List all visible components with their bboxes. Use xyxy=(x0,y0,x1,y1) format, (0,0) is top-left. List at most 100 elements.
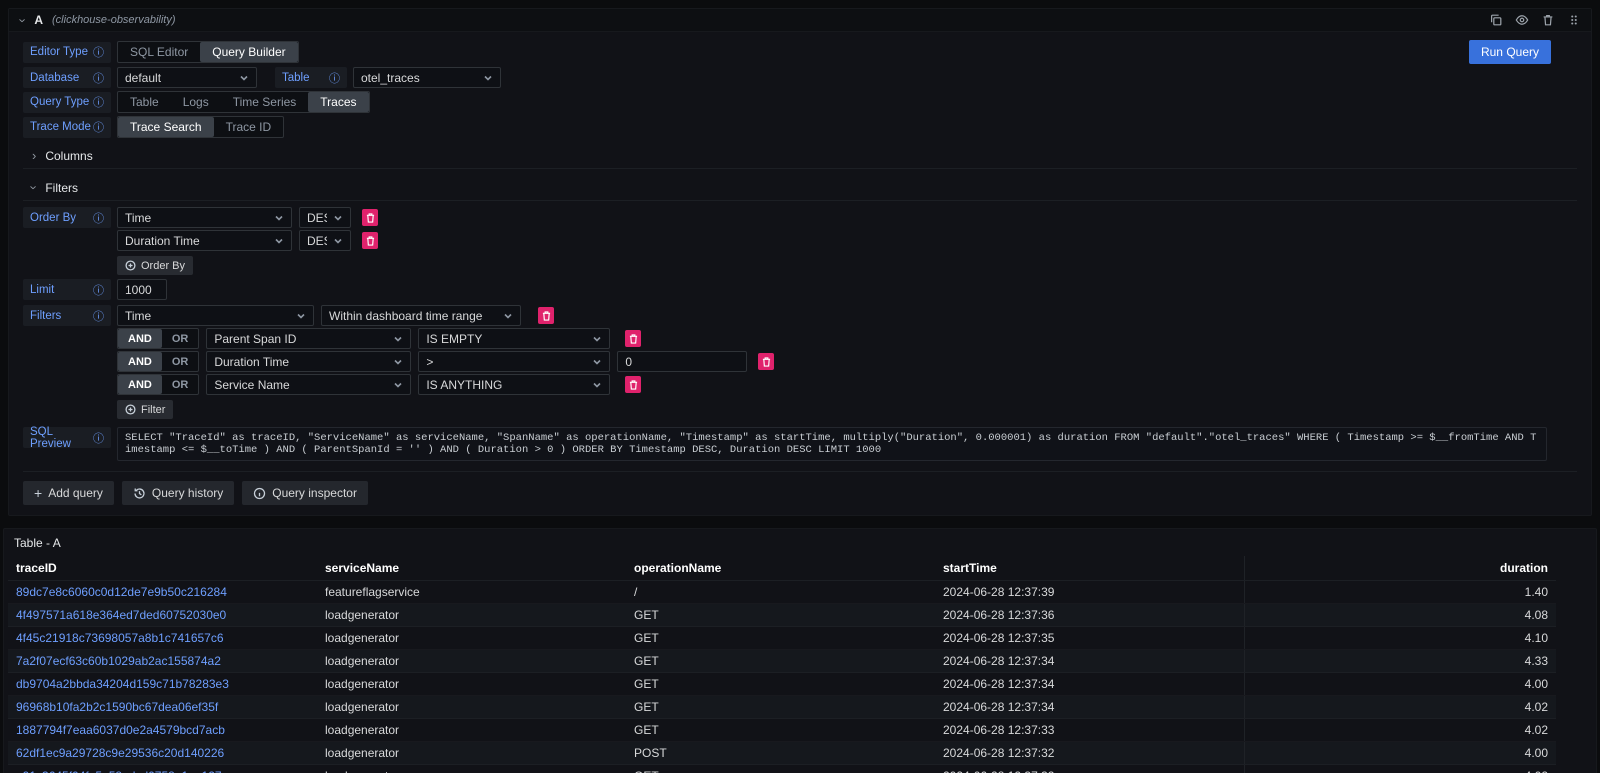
trace-id-link[interactable]: 4f497571a618e364ed7ded60752030e0 xyxy=(8,604,317,626)
filter-operator-select[interactable]: Within dashboard time range xyxy=(321,305,521,326)
start-time-cell: 2024-06-28 12:37:36 xyxy=(935,604,1244,626)
database-label: Database ⓘ xyxy=(23,67,111,88)
disable-query-icon[interactable] xyxy=(1515,13,1529,27)
run-query-button[interactable]: Run Query xyxy=(1469,40,1551,64)
trace-id-link[interactable]: 7a2f07ecf63c60b1029ab2ac155874a2 xyxy=(8,650,317,672)
info-circle-icon xyxy=(253,487,266,500)
start-time-cell: 2024-06-28 12:37:34 xyxy=(935,650,1244,672)
column-header-servicename[interactable]: serviceName xyxy=(317,556,626,580)
query-inspector-button[interactable]: Query inspector xyxy=(242,481,368,505)
duration-cell: 4.02 xyxy=(1244,696,1556,718)
column-header-traceid[interactable]: traceID xyxy=(8,556,317,580)
duration-cell: 4.08 xyxy=(1244,604,1556,626)
column-header-duration[interactable]: duration xyxy=(1244,556,1556,580)
filter-bool-and[interactable]: AND xyxy=(118,352,162,371)
order-by-direction-select[interactable]: DESC xyxy=(299,207,351,228)
trace-id-link[interactable]: 62df1ec9a29728c9e29536c20d140226 xyxy=(8,742,317,764)
service-name-cell: loadgenerator xyxy=(317,719,626,741)
filter-operator-select[interactable]: IS ANYTHING xyxy=(418,374,610,395)
trace-id-link[interactable]: 96968b10fa2b2c1590bc67dea06ef35f xyxy=(8,696,317,718)
service-name-cell: loadgenerator xyxy=(317,650,626,672)
trace-id-link[interactable]: 1887794f7eaa6037d0e2a4579bcd7acb xyxy=(8,719,317,741)
filter-operator-select[interactable]: IS EMPTY xyxy=(418,328,610,349)
query-type-time-series[interactable]: Time Series xyxy=(221,92,309,112)
trash-icon xyxy=(366,213,375,223)
filter-bool-or[interactable]: OR xyxy=(162,352,199,371)
column-header-operationname[interactable]: operationName xyxy=(626,556,935,580)
start-time-cell: 2024-06-28 12:37:33 xyxy=(935,719,1244,741)
trace-mode-trace-id[interactable]: Trace ID xyxy=(214,117,284,137)
order-by-field-select[interactable]: Duration Time xyxy=(117,230,292,251)
filter-operator-select[interactable]: > xyxy=(418,351,610,372)
filter-bool-or[interactable]: OR xyxy=(162,375,199,394)
trace-id-link[interactable]: 89dc7e8c6060c0d12de7e9b50c216284 xyxy=(8,581,317,603)
column-header-starttime[interactable]: startTime xyxy=(935,556,1244,580)
query-type-table[interactable]: Table xyxy=(118,92,171,112)
query-refid: A xyxy=(34,13,43,27)
duplicate-query-icon[interactable] xyxy=(1489,13,1503,27)
operation-name-cell: GET xyxy=(626,719,935,741)
plus-circle-icon xyxy=(125,404,136,415)
operation-name-cell: GET xyxy=(626,696,935,718)
filter-bool-or[interactable]: OR xyxy=(162,329,199,348)
table-row: 62df1ec9a29728c9e29536c20d140226 loadgen… xyxy=(8,742,1556,765)
start-time-cell: 2024-06-28 12:37:32 xyxy=(935,765,1244,773)
query-type-traces[interactable]: Traces xyxy=(308,92,368,112)
limit-input[interactable] xyxy=(117,279,167,300)
filter-bool-and[interactable]: AND xyxy=(118,375,162,394)
trace-id-link[interactable]: db9704a2bbda34204d159c71b78283e3 xyxy=(8,673,317,695)
operation-name-cell: POST xyxy=(626,742,935,764)
remove-order-by-button[interactable] xyxy=(362,232,378,249)
info-icon: ⓘ xyxy=(93,308,104,324)
order-by-field-select[interactable]: Time xyxy=(117,207,292,228)
chevron-down-icon xyxy=(592,357,602,367)
chevron-down-icon xyxy=(333,236,343,246)
database-select[interactable]: default xyxy=(117,67,257,88)
filters-section-toggle[interactable]: › Filters xyxy=(23,175,1577,201)
info-icon: ⓘ xyxy=(93,282,104,298)
add-query-button[interactable]: + Add query xyxy=(23,481,114,505)
delete-query-icon[interactable] xyxy=(1541,13,1555,27)
remove-filter-button[interactable] xyxy=(538,307,554,324)
add-filter-button[interactable]: Filter xyxy=(117,400,173,419)
info-icon: ⓘ xyxy=(93,210,104,226)
table-select[interactable]: otel_traces xyxy=(353,67,501,88)
filter-field-select[interactable]: Parent Span ID xyxy=(206,328,411,349)
remove-filter-button[interactable] xyxy=(625,376,641,393)
columns-section-toggle[interactable]: › Columns xyxy=(23,143,1577,169)
duration-cell: 4.00 xyxy=(1244,673,1556,695)
service-name-cell: loadgenerator xyxy=(317,765,626,773)
drag-handle-icon[interactable] xyxy=(1567,13,1581,27)
trash-icon xyxy=(629,380,638,390)
results-panel: Table - A traceID serviceName operationN… xyxy=(3,528,1597,773)
trace-id-link[interactable]: e91c3645f04fa5e58adcd0758e1ea127 xyxy=(8,765,317,773)
add-order-by-button[interactable]: Order By xyxy=(117,256,193,275)
editor-type-switch: SQL Editor Query Builder xyxy=(117,41,299,63)
trace-id-link[interactable]: 4f45c21918c73698057a8b1c741657c6 xyxy=(8,627,317,649)
chevron-down-icon xyxy=(393,334,403,344)
filter-field-select[interactable]: Service Name xyxy=(206,374,411,395)
duration-cell: 1.40 xyxy=(1244,581,1556,603)
filter-field-select[interactable]: Time xyxy=(117,305,314,326)
trace-mode-trace-search[interactable]: Trace Search xyxy=(118,117,214,137)
service-name-cell: loadgenerator xyxy=(317,673,626,695)
remove-filter-button[interactable] xyxy=(625,330,641,347)
filter-field-select[interactable]: Duration Time xyxy=(206,351,411,372)
chevron-down-icon xyxy=(296,311,306,321)
table-label: Table ⓘ xyxy=(275,67,347,88)
filter-bool-and[interactable]: AND xyxy=(118,329,162,348)
query-history-button[interactable]: Query history xyxy=(122,481,234,505)
info-icon: ⓘ xyxy=(93,70,104,86)
query-type-logs[interactable]: Logs xyxy=(171,92,221,112)
operation-name-cell: GET xyxy=(626,627,935,649)
remove-order-by-button[interactable] xyxy=(362,209,378,226)
filter-value-input[interactable] xyxy=(617,351,747,372)
order-by-direction-select[interactable]: DESC xyxy=(299,230,351,251)
query-editor-panel: › A (clickhouse-observability) Editor Ty… xyxy=(8,8,1592,516)
filter-row: AND OR Service Name IS ANYTHING xyxy=(117,374,774,395)
editor-type-sql-editor[interactable]: SQL Editor xyxy=(118,42,200,62)
remove-filter-button[interactable] xyxy=(758,353,774,370)
editor-type-query-builder[interactable]: Query Builder xyxy=(200,42,297,62)
plus-circle-icon xyxy=(125,260,136,271)
collapse-query-icon[interactable]: › xyxy=(16,18,31,22)
